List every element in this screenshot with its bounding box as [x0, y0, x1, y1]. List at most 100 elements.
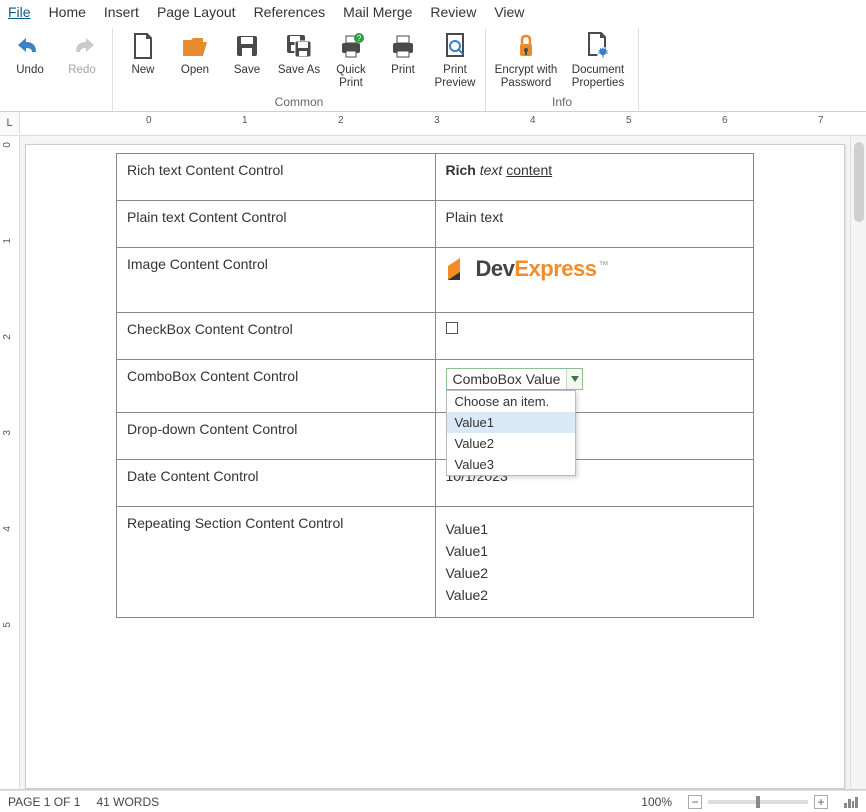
save-button[interactable]: Save	[223, 28, 271, 91]
encrypt-label: Encrypt with Password	[494, 64, 558, 89]
menu-page-layout[interactable]: Page Layout	[157, 4, 236, 20]
printpreview-button[interactable]: Print Preview	[431, 28, 479, 91]
saveas-label: Save As	[278, 64, 320, 77]
ribbon-file-tab: Undo Redo New Open Save Save As ?Quick Print Pr…	[0, 24, 866, 112]
open-label: Open	[181, 64, 209, 77]
scrollbar-thumb[interactable]	[854, 142, 864, 222]
zoom-slider[interactable]	[708, 800, 808, 804]
row-label-cell: Image Content Control	[117, 248, 436, 313]
menu-review[interactable]: Review	[430, 4, 476, 20]
row-value-cell[interactable]: Rich text content	[435, 154, 754, 201]
combobox-option[interactable]: Value3	[447, 454, 575, 475]
print-button[interactable]: Print	[379, 28, 427, 91]
combobox-option[interactable]: Value1	[447, 412, 575, 433]
quickprint-button[interactable]: ?Quick Print	[327, 28, 375, 91]
menu-view[interactable]: View	[494, 4, 524, 20]
horizontal-ruler[interactable]: 01234567	[20, 112, 866, 134]
logo-mark-icon	[446, 256, 472, 282]
docprops-icon	[582, 30, 614, 62]
rich-bold: Rich	[446, 162, 476, 178]
row-value-cell[interactable]	[435, 313, 754, 360]
row-value-cell[interactable]: Value1Value1Value2Value2	[435, 507, 754, 618]
rich-underline: content	[506, 162, 552, 178]
saveas-button[interactable]: Save As	[275, 28, 323, 91]
vertical-ruler[interactable]: 0 1 2 3 4 5	[0, 136, 20, 789]
row-label: Image Content Control	[127, 256, 268, 272]
zoom-in-button[interactable]: +	[814, 795, 828, 809]
combobox-option[interactable]: Value2	[447, 433, 575, 454]
devexpress-logo: DevExpress™	[446, 256, 744, 282]
table-row: ComboBox Content Control ComboBox ValueCh…	[117, 360, 754, 413]
rich-italic: text	[480, 162, 503, 178]
combobox-field[interactable]: ComboBox Value	[446, 368, 584, 390]
docprops-label: Document Properties	[566, 64, 630, 89]
undo-icon	[14, 30, 46, 62]
vruler-tick: 1	[2, 238, 13, 244]
vruler-tick: 3	[2, 430, 13, 436]
table-row: Drop-down Content Control	[117, 413, 754, 460]
row-label: Plain text Content Control	[127, 209, 287, 225]
menu-home[interactable]: Home	[49, 4, 86, 20]
row-label-cell: Repeating Section Content Control	[117, 507, 436, 618]
row-label-cell: Drop-down Content Control	[117, 413, 436, 460]
ribbon-group-common: New Open Save Save As ?Quick Print Print Print…	[113, 28, 486, 111]
combobox-option[interactable]: Choose an item.	[447, 391, 575, 412]
docprops-button[interactable]: Document Properties	[564, 28, 632, 91]
menu-mail-merge[interactable]: Mail Merge	[343, 4, 412, 20]
printpreview-label: Print Preview	[433, 64, 477, 89]
svg-text:?: ?	[357, 34, 362, 43]
repeating-item: Value1	[446, 521, 744, 537]
table-row: Plain text Content Control Plain text	[117, 201, 754, 248]
table-row: Image Content Control DevExpress™	[117, 248, 754, 313]
table-row: Date Content Control10/1/2023	[117, 460, 754, 507]
redo-button: Redo	[58, 28, 106, 79]
open-button[interactable]: Open	[171, 28, 219, 91]
menu-references[interactable]: References	[254, 4, 326, 20]
vruler-tick: 2	[2, 334, 13, 340]
repeating-item: Value2	[446, 565, 744, 581]
status-bar: PAGE 1 OF 1 41 WORDS 100% − +	[0, 790, 866, 812]
row-label: ComboBox Content Control	[127, 368, 298, 384]
zoom-out-button[interactable]: −	[688, 795, 702, 809]
ribbon-group-info: Encrypt with Password Document Properties…	[486, 28, 639, 111]
zoom-control: − +	[688, 795, 828, 809]
print-icon	[387, 30, 419, 62]
document-area: 0 1 2 3 4 5 Rich text Content ControlRich tex…	[0, 136, 866, 790]
hruler-tick: 3	[434, 115, 440, 126]
table-row: CheckBox Content Control	[117, 313, 754, 360]
hruler-tick: 6	[722, 115, 728, 126]
vertical-scrollbar[interactable]	[850, 136, 866, 789]
hruler-tick: 5	[626, 115, 632, 126]
menu-insert[interactable]: Insert	[104, 4, 139, 20]
save-icon	[231, 30, 263, 62]
content-control-table: Rich text Content ControlRich text conte…	[116, 153, 754, 618]
new-button[interactable]: New	[119, 28, 167, 91]
encrypt-button[interactable]: Encrypt with Password	[492, 28, 560, 91]
hruler-tick: 2	[338, 115, 344, 126]
checkbox-content-control[interactable]	[446, 322, 458, 334]
status-zoom-level: 100%	[641, 795, 672, 809]
combobox-content-control[interactable]: ComboBox ValueChoose an item.Value1Value…	[446, 368, 584, 390]
chevron-down-icon[interactable]	[566, 369, 582, 389]
open-icon	[179, 30, 211, 62]
repeating-item: Value2	[446, 587, 744, 603]
vruler-tick: 0	[2, 142, 13, 148]
undo-button[interactable]: Undo	[6, 28, 54, 79]
hruler-tick: 7	[818, 115, 824, 126]
new-label: New	[131, 64, 154, 77]
document-page[interactable]: Rich text Content ControlRich text conte…	[25, 144, 845, 789]
row-label: Drop-down Content Control	[127, 421, 297, 437]
repeating-section: Value1Value1Value2Value2	[446, 521, 744, 603]
row-value-cell[interactable]: Plain text	[435, 201, 754, 248]
combobox-dropdown: Choose an item.Value1Value2Value3	[446, 390, 576, 476]
vruler-tick: 5	[2, 622, 13, 628]
hruler-tick: 1	[242, 115, 248, 126]
vruler-tick: 4	[2, 526, 13, 532]
menu-bar: File Home Insert Page Layout References Mail …	[0, 0, 866, 24]
redo-label: Redo	[68, 64, 96, 77]
row-value-cell[interactable]: DevExpress™	[435, 248, 754, 313]
row-label-cell: Date Content Control	[117, 460, 436, 507]
menu-file[interactable]: File	[8, 4, 31, 20]
print-label: Print	[391, 64, 415, 77]
row-value-cell[interactable]: ComboBox ValueChoose an item.Value1Value…	[435, 360, 754, 413]
